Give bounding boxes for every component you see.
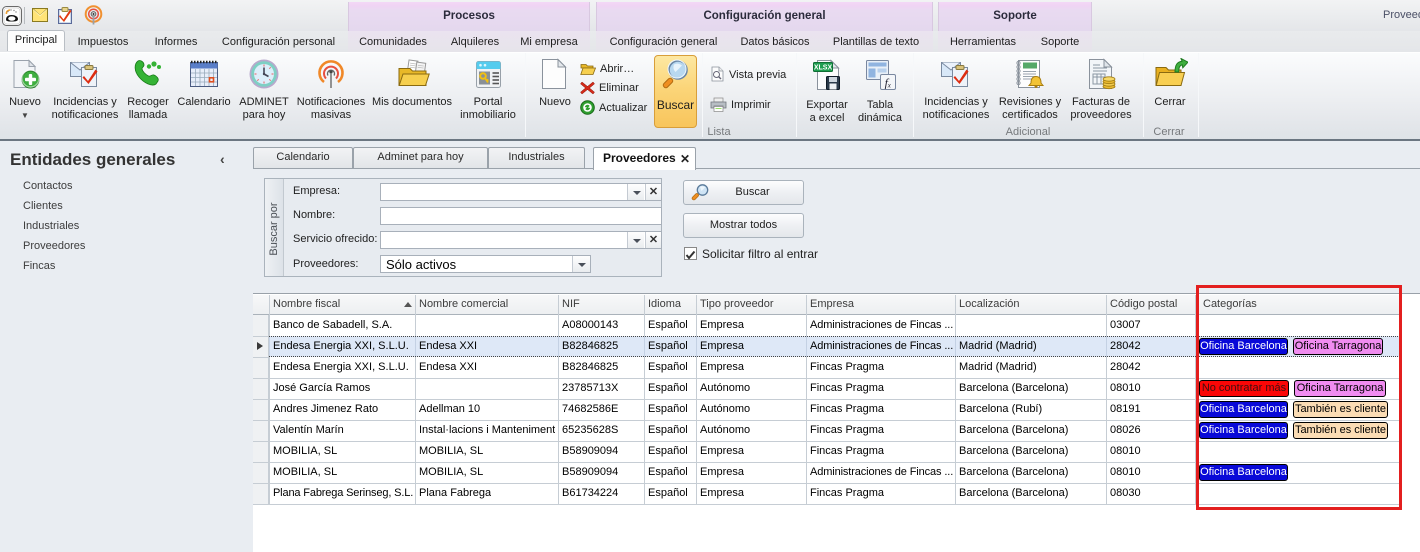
svg-text:fₓ: fₓ — [885, 76, 892, 90]
svg-text:XLSX: XLSX — [814, 65, 833, 72]
